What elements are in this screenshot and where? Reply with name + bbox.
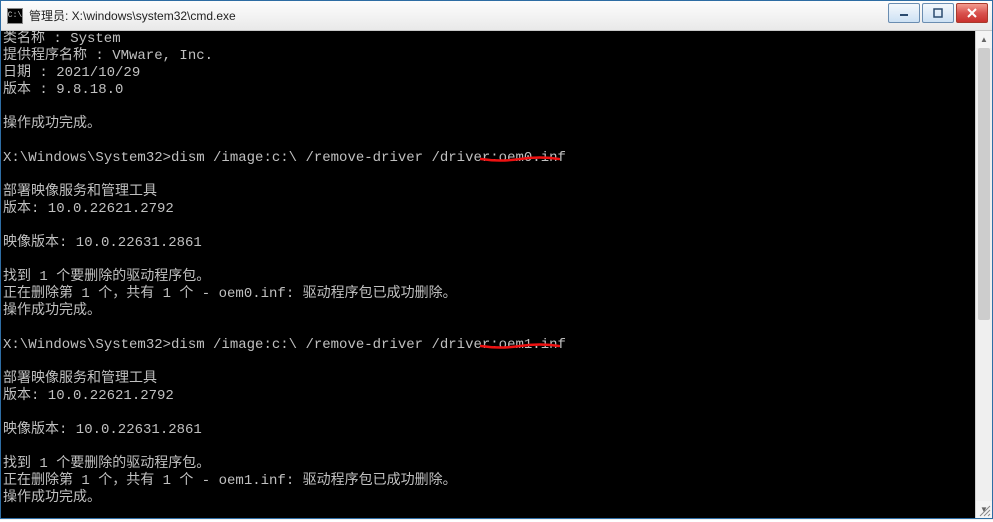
- terminal-line: 映像版本: 10.0.22631.2861: [3, 235, 990, 252]
- terminal-line: 操作成功完成。: [3, 303, 990, 320]
- terminal-line: 日期 : 2021/10/29: [3, 65, 990, 82]
- terminal-line: [3, 354, 990, 371]
- scroll-up-button[interactable]: ▲: [976, 31, 992, 48]
- terminal-line: 类名称 : System: [3, 31, 990, 48]
- terminal-line: 提供程序名称 : VMware, Inc.: [3, 48, 990, 65]
- terminal-line: [3, 320, 990, 337]
- window-buttons: [888, 3, 988, 23]
- terminal-line: 版本: 10.0.22621.2792: [3, 388, 990, 405]
- maximize-button[interactable]: [922, 3, 954, 23]
- cmd-icon: C:\: [7, 8, 23, 24]
- scroll-thumb[interactable]: [978, 48, 990, 320]
- scroll-track[interactable]: [976, 48, 992, 501]
- terminal-line: X:\Windows\System32>dism /image:c:\ /rem…: [3, 150, 990, 167]
- terminal-line: [3, 252, 990, 269]
- resize-grip-icon[interactable]: [977, 503, 991, 517]
- terminal-line: 找到 1 个要删除的驱动程序包。: [3, 269, 990, 286]
- window-title: 管理员: X:\windows\system32\cmd.exe: [29, 7, 236, 24]
- vertical-scrollbar[interactable]: ▲ ▼: [975, 31, 992, 518]
- terminal-line: [3, 133, 990, 150]
- terminal-line: 部署映像服务和管理工具: [3, 184, 990, 201]
- terminal-output[interactable]: 类名称 : System提供程序名称 : VMware, Inc.日期 : 20…: [1, 31, 992, 518]
- terminal-line: 版本: 10.0.22621.2792: [3, 201, 990, 218]
- terminal-line: 正在删除第 1 个，共有 1 个 - oem1.inf: 驱动程序包已成功删除。: [3, 473, 990, 490]
- terminal-line: [3, 167, 990, 184]
- terminal-line: 映像版本: 10.0.22631.2861: [3, 422, 990, 439]
- terminal-line: 操作成功完成。: [3, 116, 990, 133]
- terminal-client-area: 类名称 : System提供程序名称 : VMware, Inc.日期 : 20…: [1, 31, 992, 518]
- close-button[interactable]: [956, 3, 988, 23]
- terminal-line: [3, 405, 990, 422]
- terminal-line: X:\Windows\System32>dism /image:c:\ /rem…: [3, 337, 990, 354]
- terminal-line: 正在删除第 1 个，共有 1 个 - oem0.inf: 驱动程序包已成功删除。: [3, 286, 990, 303]
- terminal-line: 版本 : 9.8.18.0: [3, 82, 990, 99]
- terminal-line: 找到 1 个要删除的驱动程序包。: [3, 456, 990, 473]
- minimize-button[interactable]: [888, 3, 920, 23]
- terminal-line: [3, 99, 990, 116]
- titlebar[interactable]: C:\ 管理员: X:\windows\system32\cmd.exe: [1, 1, 992, 31]
- terminal-line: 部署映像服务和管理工具: [3, 371, 990, 388]
- terminal-line: [3, 439, 990, 456]
- terminal-line: 操作成功完成。: [3, 490, 990, 507]
- terminal-line: [3, 218, 990, 235]
- cmd-window: C:\ 管理员: X:\windows\system32\cmd.exe 类名称…: [0, 0, 993, 519]
- terminal-line: [3, 507, 990, 518]
